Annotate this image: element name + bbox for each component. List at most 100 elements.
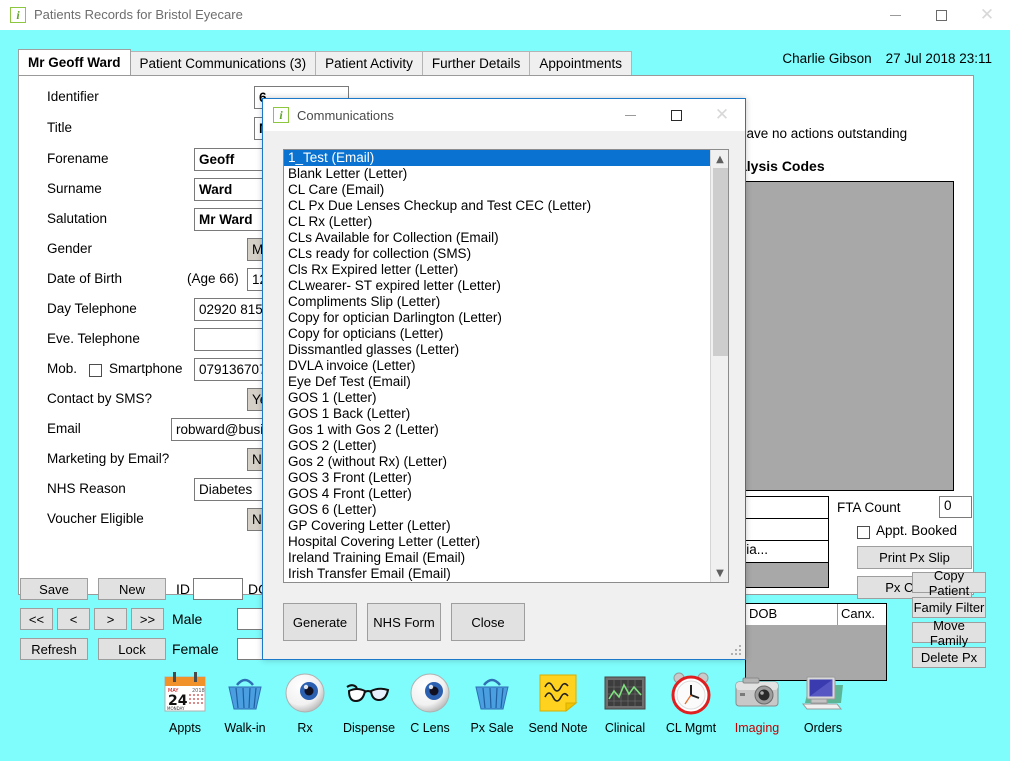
communications-list-item[interactable]: GOS 1 (Letter) xyxy=(284,390,710,406)
tab-label: Mr Geoff Ward xyxy=(28,55,121,70)
communications-list-item[interactable]: GOS 4 Front (Letter) xyxy=(284,486,710,502)
communications-list-item[interactable]: Ireland Training Email (Email) xyxy=(284,550,710,566)
new-button[interactable]: New xyxy=(98,578,166,600)
communications-list-item[interactable]: Copy for optician Darlington (Letter) xyxy=(284,310,710,326)
close-dialog-button[interactable]: Close xyxy=(451,603,525,641)
label-contact-by-sms: Contact by SMS? xyxy=(47,391,153,406)
toolbar-label: C Lens xyxy=(410,721,450,735)
toolbar-item-c-lens[interactable]: C Lens xyxy=(400,667,460,735)
toolbar-item-px-sale[interactable]: Px Sale xyxy=(460,667,524,735)
communications-list-item[interactable]: CLs Available for Collection (Email) xyxy=(284,230,710,246)
communications-list-item[interactable]: DVLA invoice (Letter) xyxy=(284,358,710,374)
user-name: Charlie Gibson xyxy=(782,51,872,66)
print-px-slip-button[interactable]: Print Px Slip xyxy=(857,546,972,569)
scrollbar-thumb[interactable] xyxy=(713,168,728,356)
smartphone-checkbox[interactable] xyxy=(89,364,102,377)
scroll-up-icon[interactable]: ▲ xyxy=(711,150,728,168)
close-icon: ✕ xyxy=(714,104,730,125)
toolbar-item-walk-in[interactable]: Walk-in xyxy=(215,667,275,735)
tab-further-details[interactable]: Further Details xyxy=(421,51,531,75)
communications-list-item[interactable]: GP Covering Letter (Letter) xyxy=(284,518,710,534)
communications-list-item[interactable]: CL Px Due Lenses Checkup and Test CEC (L… xyxy=(284,198,710,214)
label-surname: Surname xyxy=(47,181,102,196)
toolbar-item-rx[interactable]: Rx xyxy=(275,667,335,735)
eyeball-icon xyxy=(410,673,450,713)
communications-list-item[interactable]: CLs ready for collection (SMS) xyxy=(284,246,710,262)
tab-label: Further Details xyxy=(431,56,521,71)
communications-list-item[interactable]: Cls Rx Expired letter (Letter) xyxy=(284,262,710,278)
info-icon: i xyxy=(273,107,289,123)
toolbar-label: Send Note xyxy=(528,721,588,735)
maximize-button[interactable] xyxy=(918,0,964,30)
dialog-maximize-button[interactable] xyxy=(653,99,699,131)
label-mobile: Mob. xyxy=(47,361,78,376)
basket-icon xyxy=(228,678,262,710)
tab-label: Patient Communications (3) xyxy=(139,56,307,71)
toolbar-item-send-note[interactable]: Send Note xyxy=(522,667,594,735)
field-fta-count[interactable]: 0 xyxy=(939,496,972,518)
generate-button[interactable]: Generate xyxy=(283,603,357,641)
communications-list-item[interactable]: CL Care (Email) xyxy=(284,182,710,198)
copy-patient-button[interactable]: Copy Patient xyxy=(912,568,986,598)
communications-list-item[interactable]: CLwearer- ST expired letter (Letter) xyxy=(284,278,710,294)
toolbar-item-orders[interactable]: Orders xyxy=(790,667,856,735)
communications-list-item[interactable]: Hospital Covering Letter (Letter) xyxy=(284,534,710,550)
communications-list-item[interactable]: Blank Letter (Letter) xyxy=(284,166,710,182)
label-salutation: Salutation xyxy=(47,211,108,226)
communications-list-item[interactable]: 1_Test (Email) xyxy=(284,150,710,166)
tab-label: Appointments xyxy=(539,56,622,71)
toolbar-item-appts[interactable]: MAY 2018 24 MONDAY Appts xyxy=(155,667,215,735)
tab-appointments[interactable]: Appointments xyxy=(529,51,632,75)
resize-grip-icon[interactable] xyxy=(730,645,742,657)
appt-booked-checkbox[interactable] xyxy=(857,526,870,539)
toolbar-item-imaging[interactable]: Imaging xyxy=(724,667,790,735)
communications-list-item[interactable]: CL Rx (Letter) xyxy=(284,214,710,230)
dialog-minimize-button[interactable] xyxy=(607,99,653,131)
communications-list-item[interactable]: GOS 2 (Letter) xyxy=(284,438,710,454)
communications-list-item[interactable]: Gos 2 (without Rx) (Letter) xyxy=(284,454,710,470)
tab-strip: Mr Geoff Ward Patient Communications (3)… xyxy=(18,49,632,75)
grid-col-canx: Canx. xyxy=(838,604,886,625)
label-forename: Forename xyxy=(47,151,109,166)
dialog-window-buttons: ✕ xyxy=(607,99,745,131)
family-filter-button[interactable]: Family Filter xyxy=(912,597,986,618)
communications-list-item[interactable]: GOS 6 (Letter) xyxy=(284,502,710,518)
scroll-down-icon[interactable]: ▼ xyxy=(711,564,728,582)
dialog-titlebar: i Communications ✕ xyxy=(263,99,745,131)
listbox-scrollbar[interactable]: ▲ ▼ xyxy=(710,150,728,582)
toolbar-item-cl-mgmt[interactable]: CL Mgmt xyxy=(658,667,724,735)
camera-icon xyxy=(735,677,779,707)
label-fta-count: FTA Count xyxy=(837,500,901,515)
minimize-button[interactable] xyxy=(872,0,918,30)
close-icon: ✕ xyxy=(979,4,995,25)
tab-patient-record[interactable]: Mr Geoff Ward xyxy=(18,49,131,75)
basket-icon xyxy=(475,678,509,710)
tab-patient-activity[interactable]: Patient Activity xyxy=(315,51,423,75)
eyeball-icon xyxy=(285,673,325,713)
glasses-icon xyxy=(346,684,390,703)
analysis-codes-grid[interactable] xyxy=(719,181,954,491)
toolbar-item-clinical[interactable]: Clinical xyxy=(592,667,658,735)
dialog-close-button[interactable]: ✕ xyxy=(699,99,745,131)
current-datetime: 27 Jul 2018 23:11 xyxy=(885,51,992,66)
communications-list-item[interactable]: Compliments Slip (Letter) xyxy=(284,294,710,310)
communications-list-item[interactable]: GOS 1 Back (Letter) xyxy=(284,406,710,422)
nhs-form-button[interactable]: NHS Form xyxy=(367,603,441,641)
communications-listbox[interactable]: 1_Test (Email) Blank Letter (Letter) CL Ca… xyxy=(283,149,729,583)
tab-patient-communications[interactable]: Patient Communications (3) xyxy=(129,51,317,75)
toolbar-label: Orders xyxy=(803,721,843,735)
actions-outstanding-note: have no actions outstanding xyxy=(739,126,908,141)
grid-header-row: DOB Canx. xyxy=(746,604,886,625)
toolbar-item-dispense[interactable]: Dispense xyxy=(335,667,403,735)
tab-label: Patient Activity xyxy=(325,56,413,71)
save-button[interactable]: Save xyxy=(20,578,88,600)
communications-list-item[interactable]: Copy for opticians (Letter) xyxy=(284,326,710,342)
communications-list-item[interactable]: Gos 1 with Gos 2 (Letter) xyxy=(284,422,710,438)
communications-list-item[interactable]: Irish Transfer Email (Email) xyxy=(284,566,710,582)
id-input[interactable] xyxy=(193,578,243,600)
communications-list-item[interactable]: Eye Def Test (Email) xyxy=(284,374,710,390)
communications-list-item[interactable]: GOS 3 Front (Letter) xyxy=(284,470,710,486)
communications-list-item[interactable]: Dissmantled glasses (Letter) xyxy=(284,342,710,358)
calendar-icon: MAY 2018 24 MONDAY xyxy=(164,672,206,712)
close-button[interactable]: ✕ xyxy=(964,0,1010,30)
